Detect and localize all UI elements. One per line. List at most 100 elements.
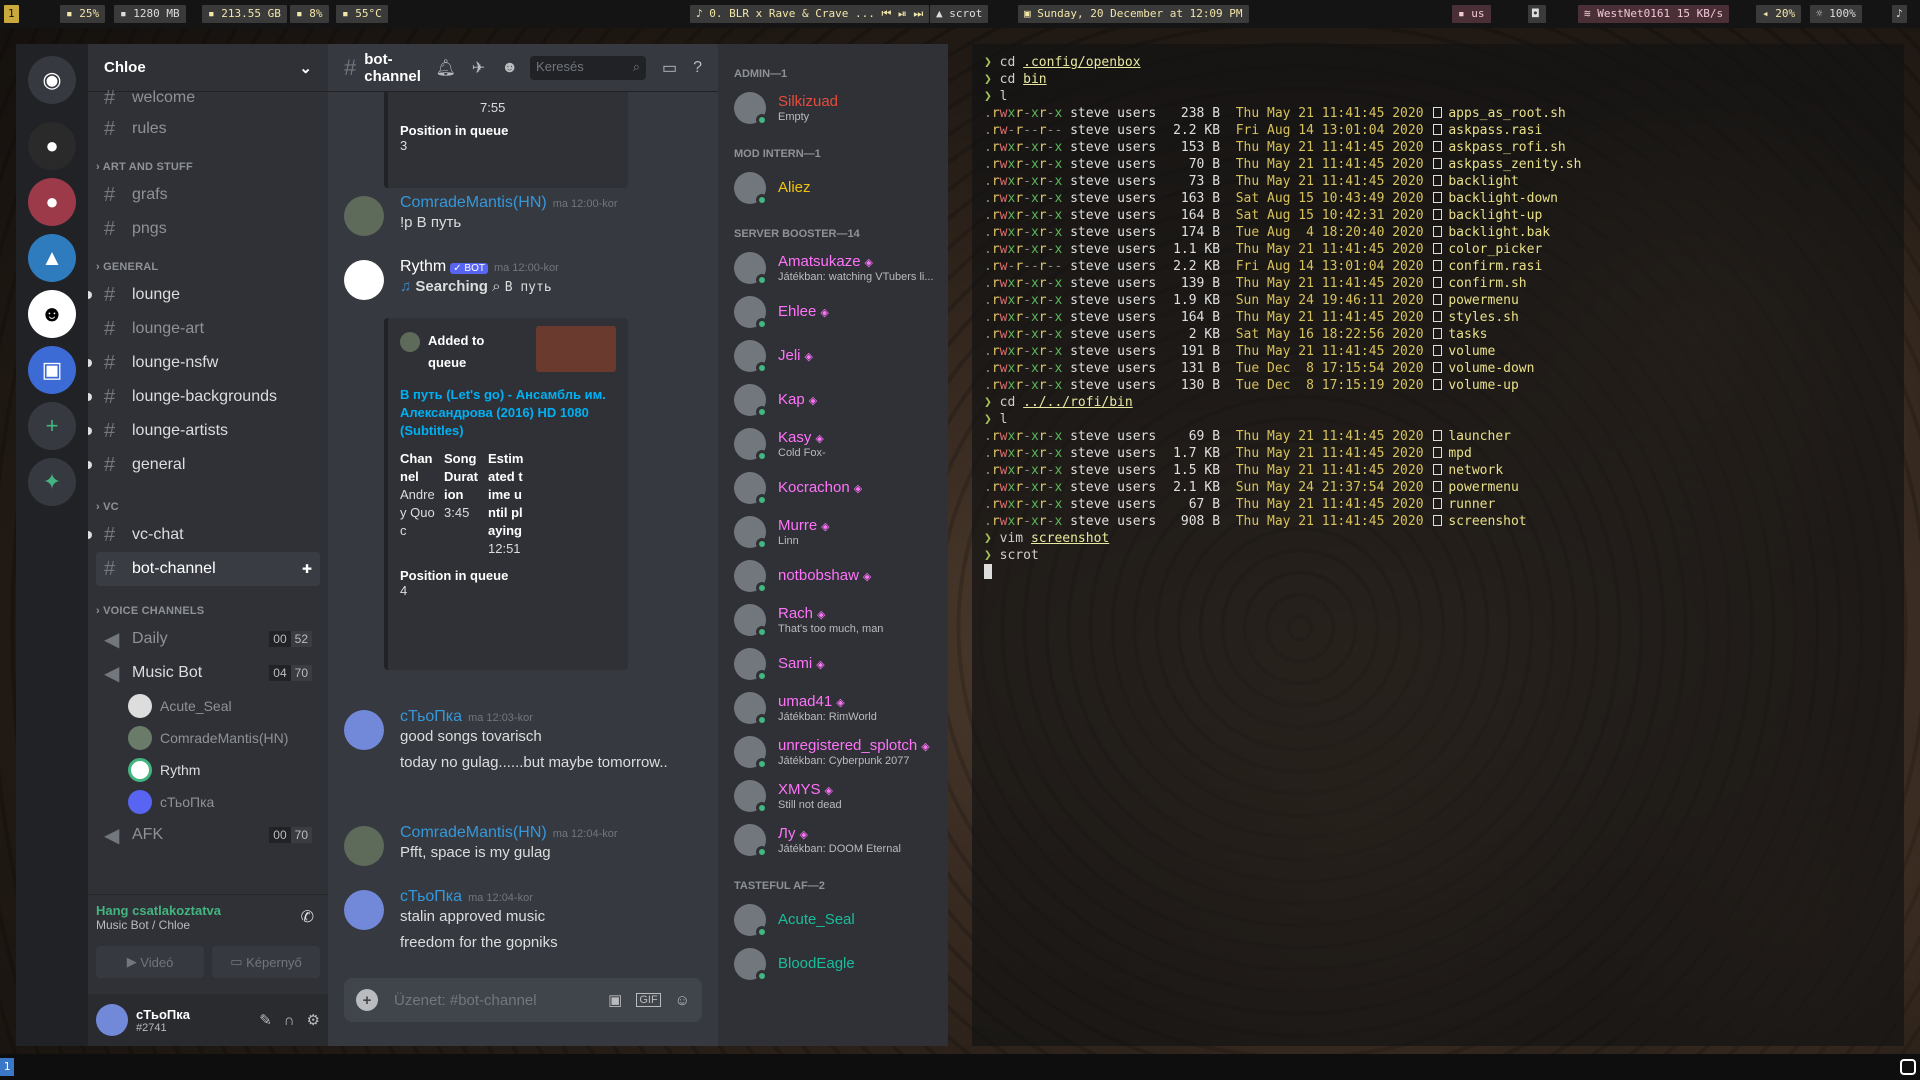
video-thumbnail[interactable] [536, 326, 616, 372]
channel-pngs[interactable]: # pngs [96, 212, 320, 246]
category-voice[interactable]: › VOICE CHANNELS [88, 600, 328, 622]
file-date: Thu May 21 11:41:45 2020 [1235, 106, 1424, 121]
video-button[interactable]: ▶ Videó [96, 946, 204, 978]
member-status: Still not dead [778, 799, 842, 811]
channel-grafs[interactable]: # grafs [96, 178, 320, 212]
member-item[interactable]: umad41 ◈ Játékban: RimWorld [718, 686, 948, 730]
member-item[interactable]: Amatsukaze ◈ Játékban: watching VTubers l… [718, 246, 948, 290]
workspace-indicator-bottom[interactable]: 1 [0, 1058, 14, 1076]
invite-icon[interactable]: ✚ [302, 562, 312, 576]
category-general[interactable]: › GENERAL [88, 256, 328, 278]
voice-channel-afk[interactable]: ◀ AFK 00 70 [96, 818, 320, 852]
headphones-icon[interactable]: ∩ [284, 1012, 295, 1029]
category-vc[interactable]: › VC [88, 496, 328, 518]
search-input[interactable]: Keresés ⌕ [530, 55, 646, 80]
member-item[interactable]: Ehlee ◈ [718, 290, 948, 334]
member-item[interactable]: Rach ◈ That's too much, man [718, 598, 948, 642]
music-widget[interactable]: ♪ 0. BLR x Rave & Crave ... ⏮ ⏯ ⏭ [690, 5, 930, 23]
disconnect-icon[interactable]: ✆ [301, 907, 314, 927]
channel-lounge-nsfw[interactable]: # lounge-nsfw [88, 346, 320, 380]
boost-icon: ◈ [817, 609, 826, 621]
message-author[interactable]: сТьоПка [400, 708, 462, 725]
bell-icon[interactable]: 🔔︎ [435, 58, 455, 78]
pin-icon[interactable]: ✈ [472, 58, 485, 78]
explore-servers-icon[interactable]: ✦ [28, 458, 76, 506]
message-author[interactable]: сТьоПка [400, 888, 462, 905]
voice-channel-music-bot[interactable]: ◀ Music Bot 04 70 [96, 656, 320, 690]
server-icon-3[interactable]: ▲ [28, 234, 76, 282]
member-item[interactable]: Acute_Seal [718, 898, 948, 942]
member-item[interactable]: Sami ◈ [718, 642, 948, 686]
notification-bell-icon[interactable]: ♪ [1892, 5, 1907, 23]
gear-icon[interactable]: ⚙ [307, 1011, 320, 1029]
avatar[interactable] [344, 890, 384, 930]
member-item[interactable]: Murre ◈ Linn [718, 510, 948, 554]
inbox-icon[interactable]: ▭ [662, 58, 677, 78]
member-name: Kap [778, 391, 805, 408]
emoji-icon[interactable]: ☺ [675, 992, 690, 1009]
server-icon-2[interactable]: ● [28, 178, 76, 226]
channel-lounge-artists[interactable]: # lounge-artists [88, 414, 320, 448]
member-item[interactable]: unregistered_splotch ◈ Játékban: Cyberpun… [718, 730, 948, 774]
server-icon-chloe[interactable]: ● [28, 122, 76, 170]
member-item[interactable]: Kocrachon ◈ [718, 466, 948, 510]
attach-plus-icon[interactable]: + [356, 989, 378, 1011]
avatar[interactable] [344, 710, 384, 750]
volume-widget[interactable]: ◂ 20% [1756, 5, 1802, 23]
channel-welcome[interactable]: # welcome [96, 84, 320, 112]
members-icon[interactable]: ☻ [501, 59, 518, 77]
category-art[interactable]: › ART AND STUFF [88, 156, 328, 178]
gift-icon[interactable]: ▣ [608, 991, 622, 1009]
voice-channel-daily[interactable]: ◀ Daily 00 52 [96, 622, 320, 656]
keyboard-layout-widget[interactable]: ▪ us [1452, 5, 1491, 23]
avatar[interactable] [96, 1004, 128, 1036]
server-icon-4[interactable]: ☻ [28, 290, 76, 338]
help-icon[interactable]: ? [693, 59, 702, 77]
brightness-widget[interactable]: ☼ 100% [1810, 5, 1862, 23]
avatar[interactable] [344, 826, 384, 866]
message-author[interactable]: ComradeMantis(HN) [400, 194, 547, 211]
member-item[interactable]: BloodEagle [718, 942, 948, 986]
terminal-window[interactable]: ❯ cd .config/openbox ❯ cd bin ❯ l .rwxr-xr-… [972, 44, 1904, 1046]
song-link[interactable]: В путь (Let's go) - Ансамбль им. Алексан… [400, 386, 616, 440]
voice-user[interactable]: Acute_Seal [128, 690, 328, 722]
avatar[interactable] [344, 260, 384, 300]
workspace-indicator[interactable]: 1 [4, 5, 19, 23]
member-item[interactable]: Jeli ◈ [718, 334, 948, 378]
discord-home-icon[interactable]: ◉ [28, 56, 76, 104]
message-author[interactable]: ComradeMantis(HN) [400, 824, 547, 841]
discord-tray-icon[interactable] [1900, 1059, 1916, 1075]
server-icon-5[interactable]: ▣ [28, 346, 76, 394]
member-item[interactable]: Aliez [718, 166, 948, 210]
channel-lounge-backgrounds[interactable]: # lounge-backgrounds [88, 380, 320, 414]
member-item[interactable]: Kasy ◈ Cold Fox- [718, 422, 948, 466]
member-status: Linn [778, 535, 799, 547]
add-server-icon[interactable]: + [28, 402, 76, 450]
avatar[interactable] [344, 196, 384, 236]
message-author[interactable]: Rythm [400, 258, 446, 275]
voice-user[interactable]: ComradeMantis(HN) [128, 722, 328, 754]
channel-lounge-art[interactable]: # lounge-art [96, 312, 320, 346]
message-input[interactable]: + Üzenet: #bot-channel ▣ GIF ☺ [344, 978, 702, 1022]
clock-widget[interactable]: ▣ Sunday, 20 December at 12:09 PM [1018, 5, 1249, 23]
wifi-widget[interactable]: ≋ WestNet0161 15 KB/s [1578, 5, 1730, 23]
channel-general[interactable]: # general [88, 448, 320, 482]
channel-rules[interactable]: # rules [96, 112, 320, 146]
member-item[interactable]: Silkizuad Empty [718, 86, 948, 130]
channel-bot-channel[interactable]: # bot-channel ✚ [96, 552, 320, 586]
member-item[interactable]: Лу ◈ Játékban: DOOM Eternal [718, 818, 948, 862]
gif-icon[interactable]: GIF [636, 993, 661, 1007]
mute-icon[interactable]: ✎ [259, 1011, 272, 1029]
voice-user[interactable]: Rythm [128, 754, 328, 786]
member-name: unregistered_splotch [778, 737, 918, 754]
channel-name: lounge-artists [132, 422, 229, 439]
file-date: Tue Dec 8 17:15:19 2020 [1235, 378, 1424, 393]
voice-user[interactable]: сТьоПка [128, 786, 328, 818]
screen-share-button[interactable]: ▭ Képernyő [212, 946, 320, 978]
member-item[interactable]: notbobshaw ◈ [718, 554, 948, 598]
channel-vc-chat[interactable]: # vc-chat [88, 518, 320, 552]
channel-lounge[interactable]: # lounge [88, 278, 320, 312]
tray-icon[interactable]: ◘ [1528, 5, 1546, 23]
member-item[interactable]: Kap ◈ [718, 378, 948, 422]
member-item[interactable]: XMYS ◈ Still not dead [718, 774, 948, 818]
